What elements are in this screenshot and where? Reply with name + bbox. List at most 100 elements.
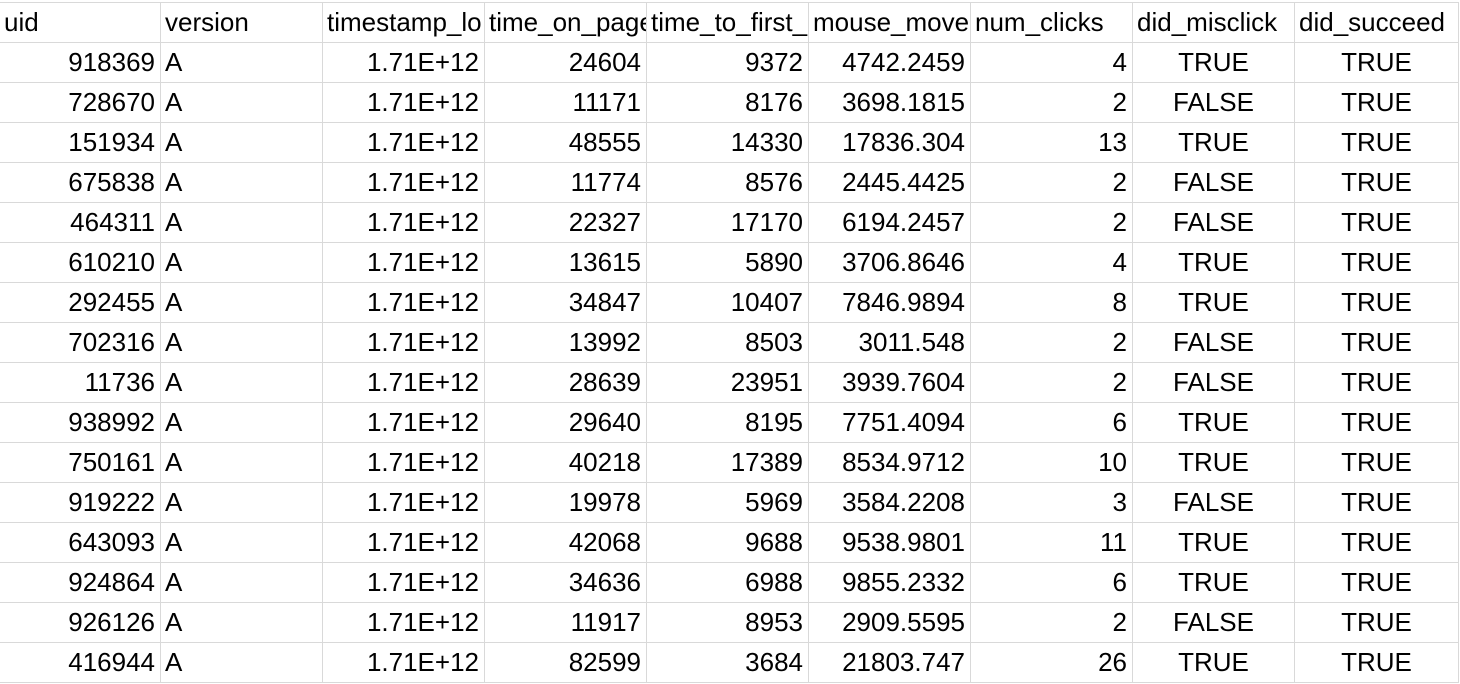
cell-version[interactable]: A xyxy=(160,442,323,483)
cell-version[interactable]: A xyxy=(160,602,323,643)
cell-time-to-first[interactable]: 9688 xyxy=(646,522,809,563)
cell-uid[interactable]: 610210 xyxy=(0,242,161,283)
cell-time-to-first[interactable]: 5890 xyxy=(646,242,809,283)
cell-mouse-move[interactable]: 21803.747 xyxy=(808,642,971,683)
cell-did-misclick[interactable]: TRUE xyxy=(1132,242,1295,283)
cell-num-clicks[interactable]: 6 xyxy=(970,562,1133,603)
cell-timestamp[interactable]: 1.71E+12 xyxy=(322,282,485,323)
cell-version[interactable]: A xyxy=(160,282,323,323)
cell-did-succeed[interactable]: TRUE xyxy=(1294,122,1459,163)
cell-uid[interactable]: 926126 xyxy=(0,602,161,643)
cell-mouse-move[interactable]: 2445.4425 xyxy=(808,162,971,203)
cell-version[interactable]: A xyxy=(160,122,323,163)
cell-version[interactable]: A xyxy=(160,562,323,603)
cell-did-misclick[interactable]: FALSE xyxy=(1132,322,1295,363)
cell-time-on-page[interactable]: 48555 xyxy=(484,122,647,163)
cell-time-on-page[interactable]: 22327 xyxy=(484,202,647,243)
cell-num-clicks[interactable]: 26 xyxy=(970,642,1133,683)
cell-did-misclick[interactable]: TRUE xyxy=(1132,282,1295,323)
cell-version[interactable]: A xyxy=(160,82,323,123)
cell-num-clicks[interactable]: 4 xyxy=(970,42,1133,83)
cell-time-on-page[interactable]: 13615 xyxy=(484,242,647,283)
header-cell-time-on-page[interactable]: time_on_page xyxy=(484,2,647,43)
cell-did-succeed[interactable]: TRUE xyxy=(1294,642,1459,683)
cell-num-clicks[interactable]: 10 xyxy=(970,442,1133,483)
cell-version[interactable]: A xyxy=(160,162,323,203)
cell-mouse-move[interactable]: 8534.9712 xyxy=(808,442,971,483)
cell-did-succeed[interactable]: TRUE xyxy=(1294,562,1459,603)
cell-time-on-page[interactable]: 28639 xyxy=(484,362,647,403)
cell-timestamp[interactable]: 1.71E+12 xyxy=(322,242,485,283)
header-cell-version[interactable]: version xyxy=(160,2,323,43)
header-cell-uid[interactable]: uid xyxy=(0,2,161,43)
cell-timestamp[interactable]: 1.71E+12 xyxy=(322,82,485,123)
cell-time-on-page[interactable]: 11917 xyxy=(484,602,647,643)
cell-uid[interactable]: 938992 xyxy=(0,402,161,443)
cell-timestamp[interactable]: 1.71E+12 xyxy=(322,322,485,363)
cell-did-misclick[interactable]: FALSE xyxy=(1132,602,1295,643)
cell-did-succeed[interactable]: TRUE xyxy=(1294,82,1459,123)
cell-mouse-move[interactable]: 6194.2457 xyxy=(808,202,971,243)
cell-uid[interactable]: 151934 xyxy=(0,122,161,163)
cell-mouse-move[interactable]: 7751.4094 xyxy=(808,402,971,443)
cell-mouse-move[interactable]: 4742.2459 xyxy=(808,42,971,83)
cell-did-succeed[interactable]: TRUE xyxy=(1294,42,1459,83)
cell-version[interactable]: A xyxy=(160,522,323,563)
cell-did-succeed[interactable]: TRUE xyxy=(1294,362,1459,403)
cell-time-on-page[interactable]: 42068 xyxy=(484,522,647,563)
cell-did-misclick[interactable]: FALSE xyxy=(1132,162,1295,203)
cell-timestamp[interactable]: 1.71E+12 xyxy=(322,42,485,83)
cell-did-misclick[interactable]: FALSE xyxy=(1132,202,1295,243)
cell-time-to-first[interactable]: 14330 xyxy=(646,122,809,163)
cell-timestamp[interactable]: 1.71E+12 xyxy=(322,442,485,483)
header-cell-did-misclick[interactable]: did_misclick xyxy=(1132,2,1295,43)
cell-timestamp[interactable]: 1.71E+12 xyxy=(322,602,485,643)
cell-did-misclick[interactable]: TRUE xyxy=(1132,522,1295,563)
cell-timestamp[interactable]: 1.71E+12 xyxy=(322,522,485,563)
header-cell-num-clicks[interactable]: num_clicks xyxy=(970,2,1133,43)
cell-did-misclick[interactable]: TRUE xyxy=(1132,642,1295,683)
cell-timestamp[interactable]: 1.71E+12 xyxy=(322,122,485,163)
cell-time-on-page[interactable]: 82599 xyxy=(484,642,647,683)
cell-did-misclick[interactable]: TRUE xyxy=(1132,402,1295,443)
cell-num-clicks[interactable]: 3 xyxy=(970,482,1133,523)
cell-timestamp[interactable]: 1.71E+12 xyxy=(322,642,485,683)
cell-mouse-move[interactable]: 2909.5595 xyxy=(808,602,971,643)
cell-did-misclick[interactable]: FALSE xyxy=(1132,482,1295,523)
cell-did-succeed[interactable]: TRUE xyxy=(1294,442,1459,483)
cell-did-succeed[interactable]: TRUE xyxy=(1294,602,1459,643)
cell-num-clicks[interactable]: 11 xyxy=(970,522,1133,563)
cell-time-to-first[interactable]: 6988 xyxy=(646,562,809,603)
cell-did-succeed[interactable]: TRUE xyxy=(1294,482,1459,523)
cell-time-to-first[interactable]: 17389 xyxy=(646,442,809,483)
cell-time-to-first[interactable]: 8176 xyxy=(646,82,809,123)
cell-mouse-move[interactable]: 7846.9894 xyxy=(808,282,971,323)
cell-uid[interactable]: 11736 xyxy=(0,362,161,403)
cell-version[interactable]: A xyxy=(160,202,323,243)
cell-mouse-move[interactable]: 17836.304 xyxy=(808,122,971,163)
cell-time-to-first[interactable]: 8195 xyxy=(646,402,809,443)
cell-time-to-first[interactable]: 5969 xyxy=(646,482,809,523)
cell-timestamp[interactable]: 1.71E+12 xyxy=(322,402,485,443)
cell-num-clicks[interactable]: 2 xyxy=(970,322,1133,363)
cell-uid[interactable]: 643093 xyxy=(0,522,161,563)
cell-version[interactable]: A xyxy=(160,42,323,83)
cell-mouse-move[interactable]: 9855.2332 xyxy=(808,562,971,603)
cell-uid[interactable]: 924864 xyxy=(0,562,161,603)
cell-uid[interactable]: 918369 xyxy=(0,42,161,83)
cell-timestamp[interactable]: 1.71E+12 xyxy=(322,562,485,603)
cell-time-on-page[interactable]: 19978 xyxy=(484,482,647,523)
cell-mouse-move[interactable]: 3584.2208 xyxy=(808,482,971,523)
cell-did-succeed[interactable]: TRUE xyxy=(1294,242,1459,283)
cell-uid[interactable]: 919222 xyxy=(0,482,161,523)
cell-version[interactable]: A xyxy=(160,362,323,403)
cell-version[interactable]: A xyxy=(160,402,323,443)
cell-time-on-page[interactable]: 24604 xyxy=(484,42,647,83)
cell-did-misclick[interactable]: TRUE xyxy=(1132,442,1295,483)
cell-time-on-page[interactable]: 11774 xyxy=(484,162,647,203)
header-cell-timestamp[interactable]: timestamp_lo xyxy=(322,2,485,43)
cell-mouse-move[interactable]: 9538.9801 xyxy=(808,522,971,563)
cell-num-clicks[interactable]: 6 xyxy=(970,402,1133,443)
cell-num-clicks[interactable]: 4 xyxy=(970,242,1133,283)
cell-mouse-move[interactable]: 3698.1815 xyxy=(808,82,971,123)
